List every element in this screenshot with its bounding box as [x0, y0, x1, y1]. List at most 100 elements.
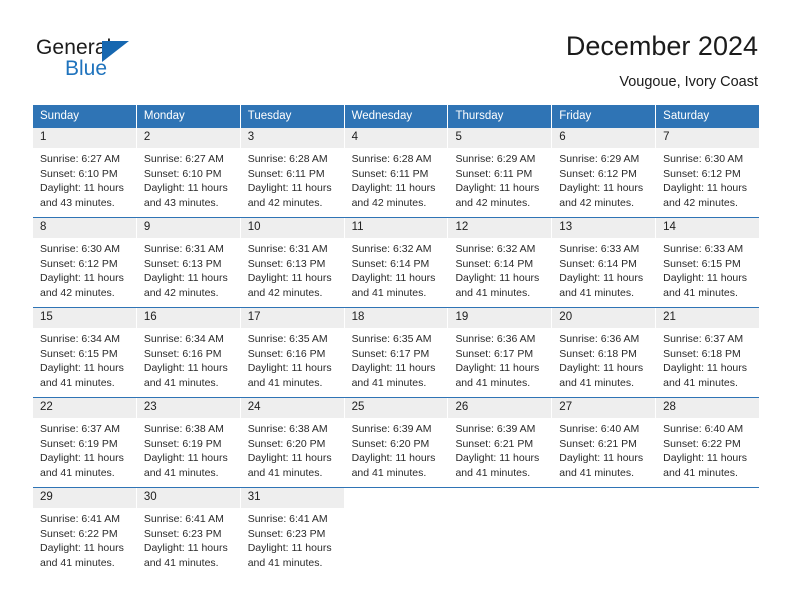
daylight-text-line1: Daylight: 11 hours — [40, 452, 124, 465]
sunrise-text: Sunrise: 6:31 AM — [247, 243, 328, 255]
calendar-day-cell[interactable]: 1 Sunrise: 6:27 AM Sunset: 6:10 PM Daylight… — [33, 128, 136, 217]
daylight-text-line1: Daylight: 11 hours — [40, 362, 124, 375]
calendar-day-cell[interactable]: 9 Sunrise: 6:31 AM Sunset: 6:13 PM Daylight… — [136, 218, 240, 307]
sunset-text: Sunset: 6:10 PM — [143, 167, 222, 180]
calendar-day-cell[interactable]: 22 Sunrise: 6:37 AM Sunset: 6:19 PM Dayligh… — [33, 398, 136, 487]
calendar-day-cell[interactable]: 6 Sunrise: 6:29 AM Sunset: 6:12 PM Daylight… — [552, 128, 656, 217]
calendar-day-cell[interactable]: 11 Sunrise: 6:32 AM Sunset: 6:14 PM Dayligh… — [344, 218, 448, 307]
daylight-text-line2: and 41 minutes. — [143, 556, 219, 569]
calendar-day-cell[interactable]: 14 Sunrise: 6:33 AM Sunset: 6:15 PM Dayligh… — [656, 218, 760, 307]
sunset-text: Sunset: 6:13 PM — [143, 257, 222, 270]
daylight-text-line1: Daylight: 11 hours — [663, 362, 748, 375]
daylight-text-line1: Daylight: 11 hours — [40, 542, 124, 555]
calendar-day-cell[interactable]: 15 Sunrise: 6:34 AM Sunset: 6:15 PM Dayligh… — [33, 308, 136, 397]
calendar-day-cell[interactable]: 16 Sunrise: 6:34 AM Sunset: 6:16 PM Dayligh… — [136, 308, 240, 397]
daylight-text-line2: and 41 minutes. — [40, 466, 115, 479]
weekday-header-row: Sunday Monday Tuesday Wednesday Thursday… — [33, 105, 760, 128]
day-number: 9 — [136, 218, 240, 238]
daylight-text-line2: and 41 minutes. — [247, 466, 323, 479]
day-number: 10 — [240, 218, 344, 238]
day-details: Sunrise: 6:41 AM Sunset: 6:23 PM Daylight:… — [137, 508, 240, 570]
day-details: Sunrise: 6:38 AM Sunset: 6:20 PM Daylight:… — [241, 418, 344, 480]
daylight-text-line1: Daylight: 11 hours — [351, 362, 436, 375]
daylight-text-line1: Daylight: 11 hours — [559, 272, 644, 285]
calendar-day-cell[interactable]: 5 Sunrise: 6:29 AM Sunset: 6:11 PM Daylight… — [448, 128, 552, 217]
daylight-text-line2: and 42 minutes. — [455, 196, 531, 209]
daylight-text-line1: Daylight: 11 hours — [247, 542, 332, 555]
day-details: Sunrise: 6:29 AM Sunset: 6:11 PM Daylight:… — [448, 148, 551, 210]
day-number: 8 — [33, 218, 136, 238]
day-details — [448, 508, 551, 512]
sunset-text: Sunset: 6:22 PM — [40, 527, 118, 540]
calendar-day-cell[interactable]: 21 Sunrise: 6:37 AM Sunset: 6:18 PM Dayligh… — [656, 308, 760, 397]
sunrise-text: Sunrise: 6:40 AM — [559, 423, 640, 435]
day-details: Sunrise: 6:41 AM Sunset: 6:23 PM Daylight:… — [241, 508, 344, 570]
sunset-text: Sunset: 6:15 PM — [40, 347, 118, 360]
daylight-text-line2: and 41 minutes. — [351, 376, 427, 389]
sunrise-text: Sunrise: 6:32 AM — [351, 243, 432, 255]
day-details: Sunrise: 6:32 AM Sunset: 6:14 PM Daylight:… — [448, 238, 551, 300]
calendar-day-cell[interactable]: 12 Sunrise: 6:32 AM Sunset: 6:14 PM Dayligh… — [448, 218, 552, 307]
day-number: 22 — [33, 398, 136, 418]
sunset-text: Sunset: 6:20 PM — [351, 437, 430, 450]
day-details: Sunrise: 6:39 AM Sunset: 6:21 PM Daylight:… — [448, 418, 551, 480]
daylight-text-line1: Daylight: 11 hours — [40, 272, 124, 285]
calendar-day-cell[interactable]: 29 Sunrise: 6:41 AM Sunset: 6:22 PM Dayligh… — [33, 488, 136, 577]
sunset-text: Sunset: 6:16 PM — [143, 347, 222, 360]
calendar-day-cell[interactable]: 27 Sunrise: 6:40 AM Sunset: 6:21 PM Dayligh… — [552, 398, 656, 487]
daylight-text-line1: Daylight: 11 hours — [559, 452, 644, 465]
sunrise-text: Sunrise: 6:31 AM — [143, 243, 224, 255]
calendar-day-cell[interactable]: 19 Sunrise: 6:36 AM Sunset: 6:17 PM Dayligh… — [448, 308, 552, 397]
day-details — [345, 508, 448, 512]
daylight-text-line1: Daylight: 11 hours — [143, 182, 228, 195]
calendar-day-cell[interactable]: 10 Sunrise: 6:31 AM Sunset: 6:13 PM Dayligh… — [240, 218, 344, 307]
sunset-text: Sunset: 6:15 PM — [663, 257, 741, 270]
calendar-day-cell[interactable]: 8 Sunrise: 6:30 AM Sunset: 6:12 PM Daylight… — [33, 218, 136, 307]
sunset-text: Sunset: 6:18 PM — [663, 347, 741, 360]
day-details: Sunrise: 6:40 AM Sunset: 6:22 PM Daylight:… — [656, 418, 759, 480]
day-details — [656, 508, 759, 512]
day-number — [448, 488, 551, 508]
day-details — [552, 508, 655, 512]
weekday-header-thursday: Thursday — [448, 105, 552, 128]
weekday-header-wednesday: Wednesday — [344, 105, 448, 128]
weekday-header-saturday: Saturday — [656, 105, 760, 128]
sunset-text: Sunset: 6:14 PM — [559, 257, 637, 270]
calendar-day-cell[interactable]: 28 Sunrise: 6:40 AM Sunset: 6:22 PM Dayligh… — [656, 398, 760, 487]
day-number — [656, 488, 759, 508]
sunset-text: Sunset: 6:12 PM — [663, 167, 741, 180]
calendar-day-cell[interactable]: 3 Sunrise: 6:28 AM Sunset: 6:11 PM Daylight… — [240, 128, 344, 217]
day-details: Sunrise: 6:30 AM Sunset: 6:12 PM Daylight:… — [33, 238, 136, 300]
day-details: Sunrise: 6:27 AM Sunset: 6:10 PM Daylight:… — [33, 148, 136, 210]
day-number: 21 — [656, 308, 760, 328]
calendar-day-cell[interactable]: 24 Sunrise: 6:38 AM Sunset: 6:20 PM Dayligh… — [240, 398, 344, 487]
day-details: Sunrise: 6:34 AM Sunset: 6:16 PM Daylight:… — [137, 328, 240, 390]
sunset-text: Sunset: 6:19 PM — [40, 437, 118, 450]
day-details: Sunrise: 6:39 AM Sunset: 6:20 PM Daylight:… — [345, 418, 448, 480]
day-number: 23 — [136, 398, 240, 418]
daylight-text-line2: and 41 minutes. — [455, 286, 531, 299]
calendar-day-cell[interactable]: 26 Sunrise: 6:39 AM Sunset: 6:21 PM Dayligh… — [448, 398, 552, 487]
daylight-text-line1: Daylight: 11 hours — [663, 452, 748, 465]
sunset-text: Sunset: 6:19 PM — [143, 437, 222, 450]
calendar-day-cell[interactable]: 30 Sunrise: 6:41 AM Sunset: 6:23 PM Dayligh… — [136, 488, 240, 577]
calendar-day-cell[interactable]: 17 Sunrise: 6:35 AM Sunset: 6:16 PM Dayligh… — [240, 308, 344, 397]
calendar-day-cell[interactable]: 20 Sunrise: 6:36 AM Sunset: 6:18 PM Dayligh… — [552, 308, 656, 397]
daylight-text-line1: Daylight: 11 hours — [351, 452, 436, 465]
calendar-day-cell[interactable]: 25 Sunrise: 6:39 AM Sunset: 6:20 PM Dayligh… — [344, 398, 448, 487]
calendar-day-cell[interactable]: 18 Sunrise: 6:35 AM Sunset: 6:17 PM Dayligh… — [344, 308, 448, 397]
calendar-day-cell[interactable]: 31 Sunrise: 6:41 AM Sunset: 6:23 PM Dayligh… — [240, 488, 344, 577]
calendar-day-cell[interactable]: 4 Sunrise: 6:28 AM Sunset: 6:11 PM Daylight… — [344, 128, 448, 217]
calendar-day-cell[interactable]: 7 Sunrise: 6:30 AM Sunset: 6:12 PM Daylight… — [656, 128, 760, 217]
sunrise-text: Sunrise: 6:30 AM — [663, 153, 744, 165]
day-number: 4 — [344, 128, 448, 148]
day-number: 5 — [448, 128, 552, 148]
calendar-day-cell[interactable]: 13 Sunrise: 6:33 AM Sunset: 6:14 PM Dayligh… — [552, 218, 656, 307]
calendar-day-cell[interactable]: 23 Sunrise: 6:38 AM Sunset: 6:19 PM Dayligh… — [136, 398, 240, 487]
day-details: Sunrise: 6:33 AM Sunset: 6:14 PM Daylight:… — [552, 238, 655, 300]
day-number: 28 — [656, 398, 760, 418]
calendar-day-cell[interactable]: 2 Sunrise: 6:27 AM Sunset: 6:10 PM Daylight… — [136, 128, 240, 217]
day-number: 16 — [136, 308, 240, 328]
logo-text-blue: Blue — [65, 57, 108, 80]
day-details: Sunrise: 6:28 AM Sunset: 6:11 PM Daylight:… — [345, 148, 448, 210]
